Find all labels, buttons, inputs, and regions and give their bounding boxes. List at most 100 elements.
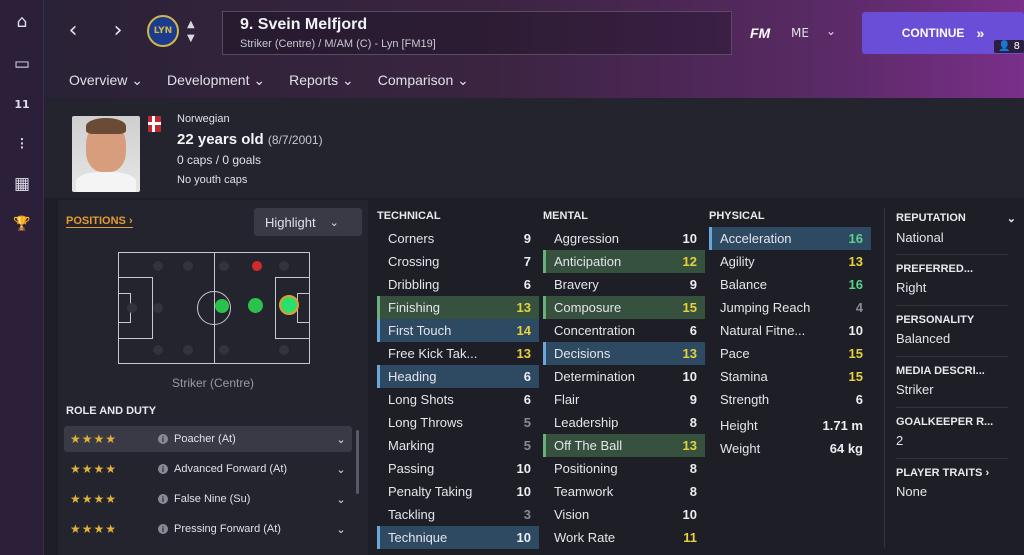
- attribute-name: Off The Ball: [554, 438, 623, 453]
- tab-comparison[interactable]: Comparison ⌄: [367, 70, 481, 101]
- attribute-row[interactable]: Finishing 13: [377, 296, 539, 319]
- profile-panel: Norwegian 22 years old (8/7/2001) 0 caps…: [44, 98, 1024, 198]
- attribute-value: 10: [848, 323, 863, 338]
- attribute-value: 15: [848, 346, 863, 361]
- kit-icon[interactable]: 11: [0, 84, 44, 124]
- tab-reports[interactable]: Reports ⌄: [278, 70, 366, 101]
- attribute-name: Pace: [720, 346, 750, 361]
- attribute-row[interactable]: Penalty Taking 10: [377, 480, 539, 503]
- attribute-row[interactable]: Anticipation 12: [543, 250, 705, 273]
- attribute-row[interactable]: Determination 10: [543, 365, 705, 388]
- attribute-value: 6: [855, 392, 863, 407]
- trophy-icon[interactable]: 🏆: [0, 204, 44, 244]
- scrollbar[interactable]: [356, 430, 359, 494]
- attribute-row[interactable]: Natural Fitne... 10: [709, 319, 871, 342]
- chevron-down-icon: ⌄: [336, 523, 346, 536]
- divider: [896, 458, 1008, 459]
- attribute-value: 16: [848, 277, 863, 292]
- calendar-icon[interactable]: ▦: [0, 164, 44, 204]
- attribute-name: Strength: [720, 392, 770, 407]
- attribute-row[interactable]: Balance 16: [709, 273, 871, 296]
- player-subtitle: Striker (Centre) / M/AM (C) - Lyn [FM19]: [240, 38, 436, 50]
- attribute-row[interactable]: Corners 9: [377, 227, 539, 250]
- attribute-row[interactable]: Long Shots 6: [377, 388, 539, 411]
- height-row: Height 1.71 m: [720, 418, 863, 433]
- double-chevron-icon: »: [976, 25, 985, 41]
- attribute-row[interactable]: Flair 9: [543, 388, 705, 411]
- inbox-icon[interactable]: ▭: [0, 44, 44, 84]
- forward-arrow-icon[interactable]: ›: [107, 18, 129, 43]
- attribute-value: 13: [516, 346, 531, 361]
- attribute-row[interactable]: Decisions 13: [543, 342, 705, 365]
- reputation-info[interactable]: REPUTATION ⌄ National: [896, 212, 1016, 245]
- physical-title: PHYSICAL: [709, 210, 765, 222]
- attribute-row[interactable]: Work Rate 11: [543, 526, 705, 549]
- attribute-name: Vision: [554, 507, 590, 522]
- attribute-row[interactable]: Pace 15: [709, 342, 871, 365]
- pitch-dot: [153, 261, 163, 271]
- attribute-row[interactable]: First Touch 14: [377, 319, 539, 342]
- attribute-row[interactable]: Crossing 7: [377, 250, 539, 273]
- attribute-name: Flair: [554, 392, 580, 407]
- attribute-row[interactable]: Marking 5: [377, 434, 539, 457]
- attribute-name: Natural Fitne...: [720, 323, 806, 338]
- attribute-row[interactable]: Heading 6: [377, 365, 539, 388]
- position-dot-striker: [279, 295, 299, 315]
- attribute-value: 16: [848, 231, 863, 246]
- top-bar: ‹ › LYN ▲ ▼ 9. Svein Melfjord Striker (Ce…: [44, 0, 1024, 101]
- attribute-row[interactable]: Bravery 9: [543, 273, 705, 296]
- chevron-down-icon: ⌄: [336, 493, 346, 506]
- club-logo[interactable]: LYN: [147, 15, 179, 47]
- me-button[interactable]: ME: [791, 26, 809, 40]
- preferred-foot-info: PREFERRED... Right: [896, 263, 974, 295]
- role-row[interactable]: ★★★★ i False Nine (Su) ⌄: [64, 486, 352, 512]
- sidebar: ⌂ ▭ 11 ⁝ ▦ 🏆: [0, 0, 44, 555]
- tactics-icon[interactable]: ⁝: [0, 124, 44, 164]
- attribute-row[interactable]: Technique 10: [377, 526, 539, 549]
- attribute-row[interactable]: Strength 6: [709, 388, 871, 411]
- attribute-row[interactable]: Acceleration 16: [709, 227, 871, 250]
- attribute-row[interactable]: Jumping Reach 4: [709, 296, 871, 319]
- role-row[interactable]: ★★★★ i Advanced Forward (At) ⌄: [64, 456, 352, 482]
- attribute-row[interactable]: Vision 10: [543, 503, 705, 526]
- info-icon: i: [158, 494, 168, 504]
- attribute-row[interactable]: Passing 10: [377, 457, 539, 480]
- technical-column: TECHNICAL Corners 9 Crossing 7 Dribbling 6 Fin…: [377, 210, 539, 549]
- pitch-dot: [183, 261, 193, 271]
- home-icon[interactable]: ⌂: [0, 0, 44, 44]
- attribute-row[interactable]: Tackling 3: [377, 503, 539, 526]
- youth-caps: No youth caps: [177, 174, 248, 186]
- attribute-row[interactable]: Concentration 6: [543, 319, 705, 342]
- attribute-row[interactable]: Aggression 10: [543, 227, 705, 250]
- back-arrow-icon[interactable]: ‹: [62, 18, 84, 43]
- attribute-name: Stamina: [720, 369, 768, 384]
- tab-development[interactable]: Development ⌄: [156, 70, 277, 101]
- attribute-row[interactable]: Composure 15: [543, 296, 705, 319]
- player-traits-info[interactable]: PLAYER TRAITS › None: [896, 467, 1016, 499]
- attribute-row[interactable]: Long Throws 5: [377, 411, 539, 434]
- attribute-value: 8: [689, 484, 697, 499]
- chevron-down-icon[interactable]: ⌄: [826, 24, 836, 38]
- attribute-name: Decisions: [554, 346, 611, 361]
- positions-link[interactable]: POSITIONS ›: [66, 215, 133, 228]
- highlight-dropdown[interactable]: Highlight ⌄: [254, 208, 362, 236]
- divider: [896, 254, 1008, 255]
- attribute-row[interactable]: Agility 13: [709, 250, 871, 273]
- personality-info: PERSONALITY Balanced: [896, 314, 975, 346]
- attribute-row[interactable]: Dribbling 6: [377, 273, 539, 296]
- fm-button[interactable]: FM: [750, 25, 770, 41]
- role-row[interactable]: ★★★★ i Pressing Forward (At) ⌄: [64, 516, 352, 542]
- pitch-dot: [153, 345, 163, 355]
- attribute-row[interactable]: Leadership 8: [543, 411, 705, 434]
- attribute-row[interactable]: Free Kick Tak... 13: [377, 342, 539, 365]
- info-icon: i: [158, 524, 168, 534]
- attribute-row[interactable]: Positioning 8: [543, 457, 705, 480]
- attribute-row[interactable]: Teamwork 8: [543, 480, 705, 503]
- attribute-row[interactable]: Stamina 15: [709, 365, 871, 388]
- caps: 0 caps / 0 goals: [177, 153, 262, 167]
- up-down-icon[interactable]: ▲ ▼: [187, 18, 195, 46]
- attribute-value: 3: [523, 507, 531, 522]
- role-row[interactable]: ★★★★ i Poacher (At) ⌄: [64, 426, 352, 452]
- attribute-row[interactable]: Off The Ball 13: [543, 434, 705, 457]
- tab-overview[interactable]: Overview ⌄: [58, 70, 155, 101]
